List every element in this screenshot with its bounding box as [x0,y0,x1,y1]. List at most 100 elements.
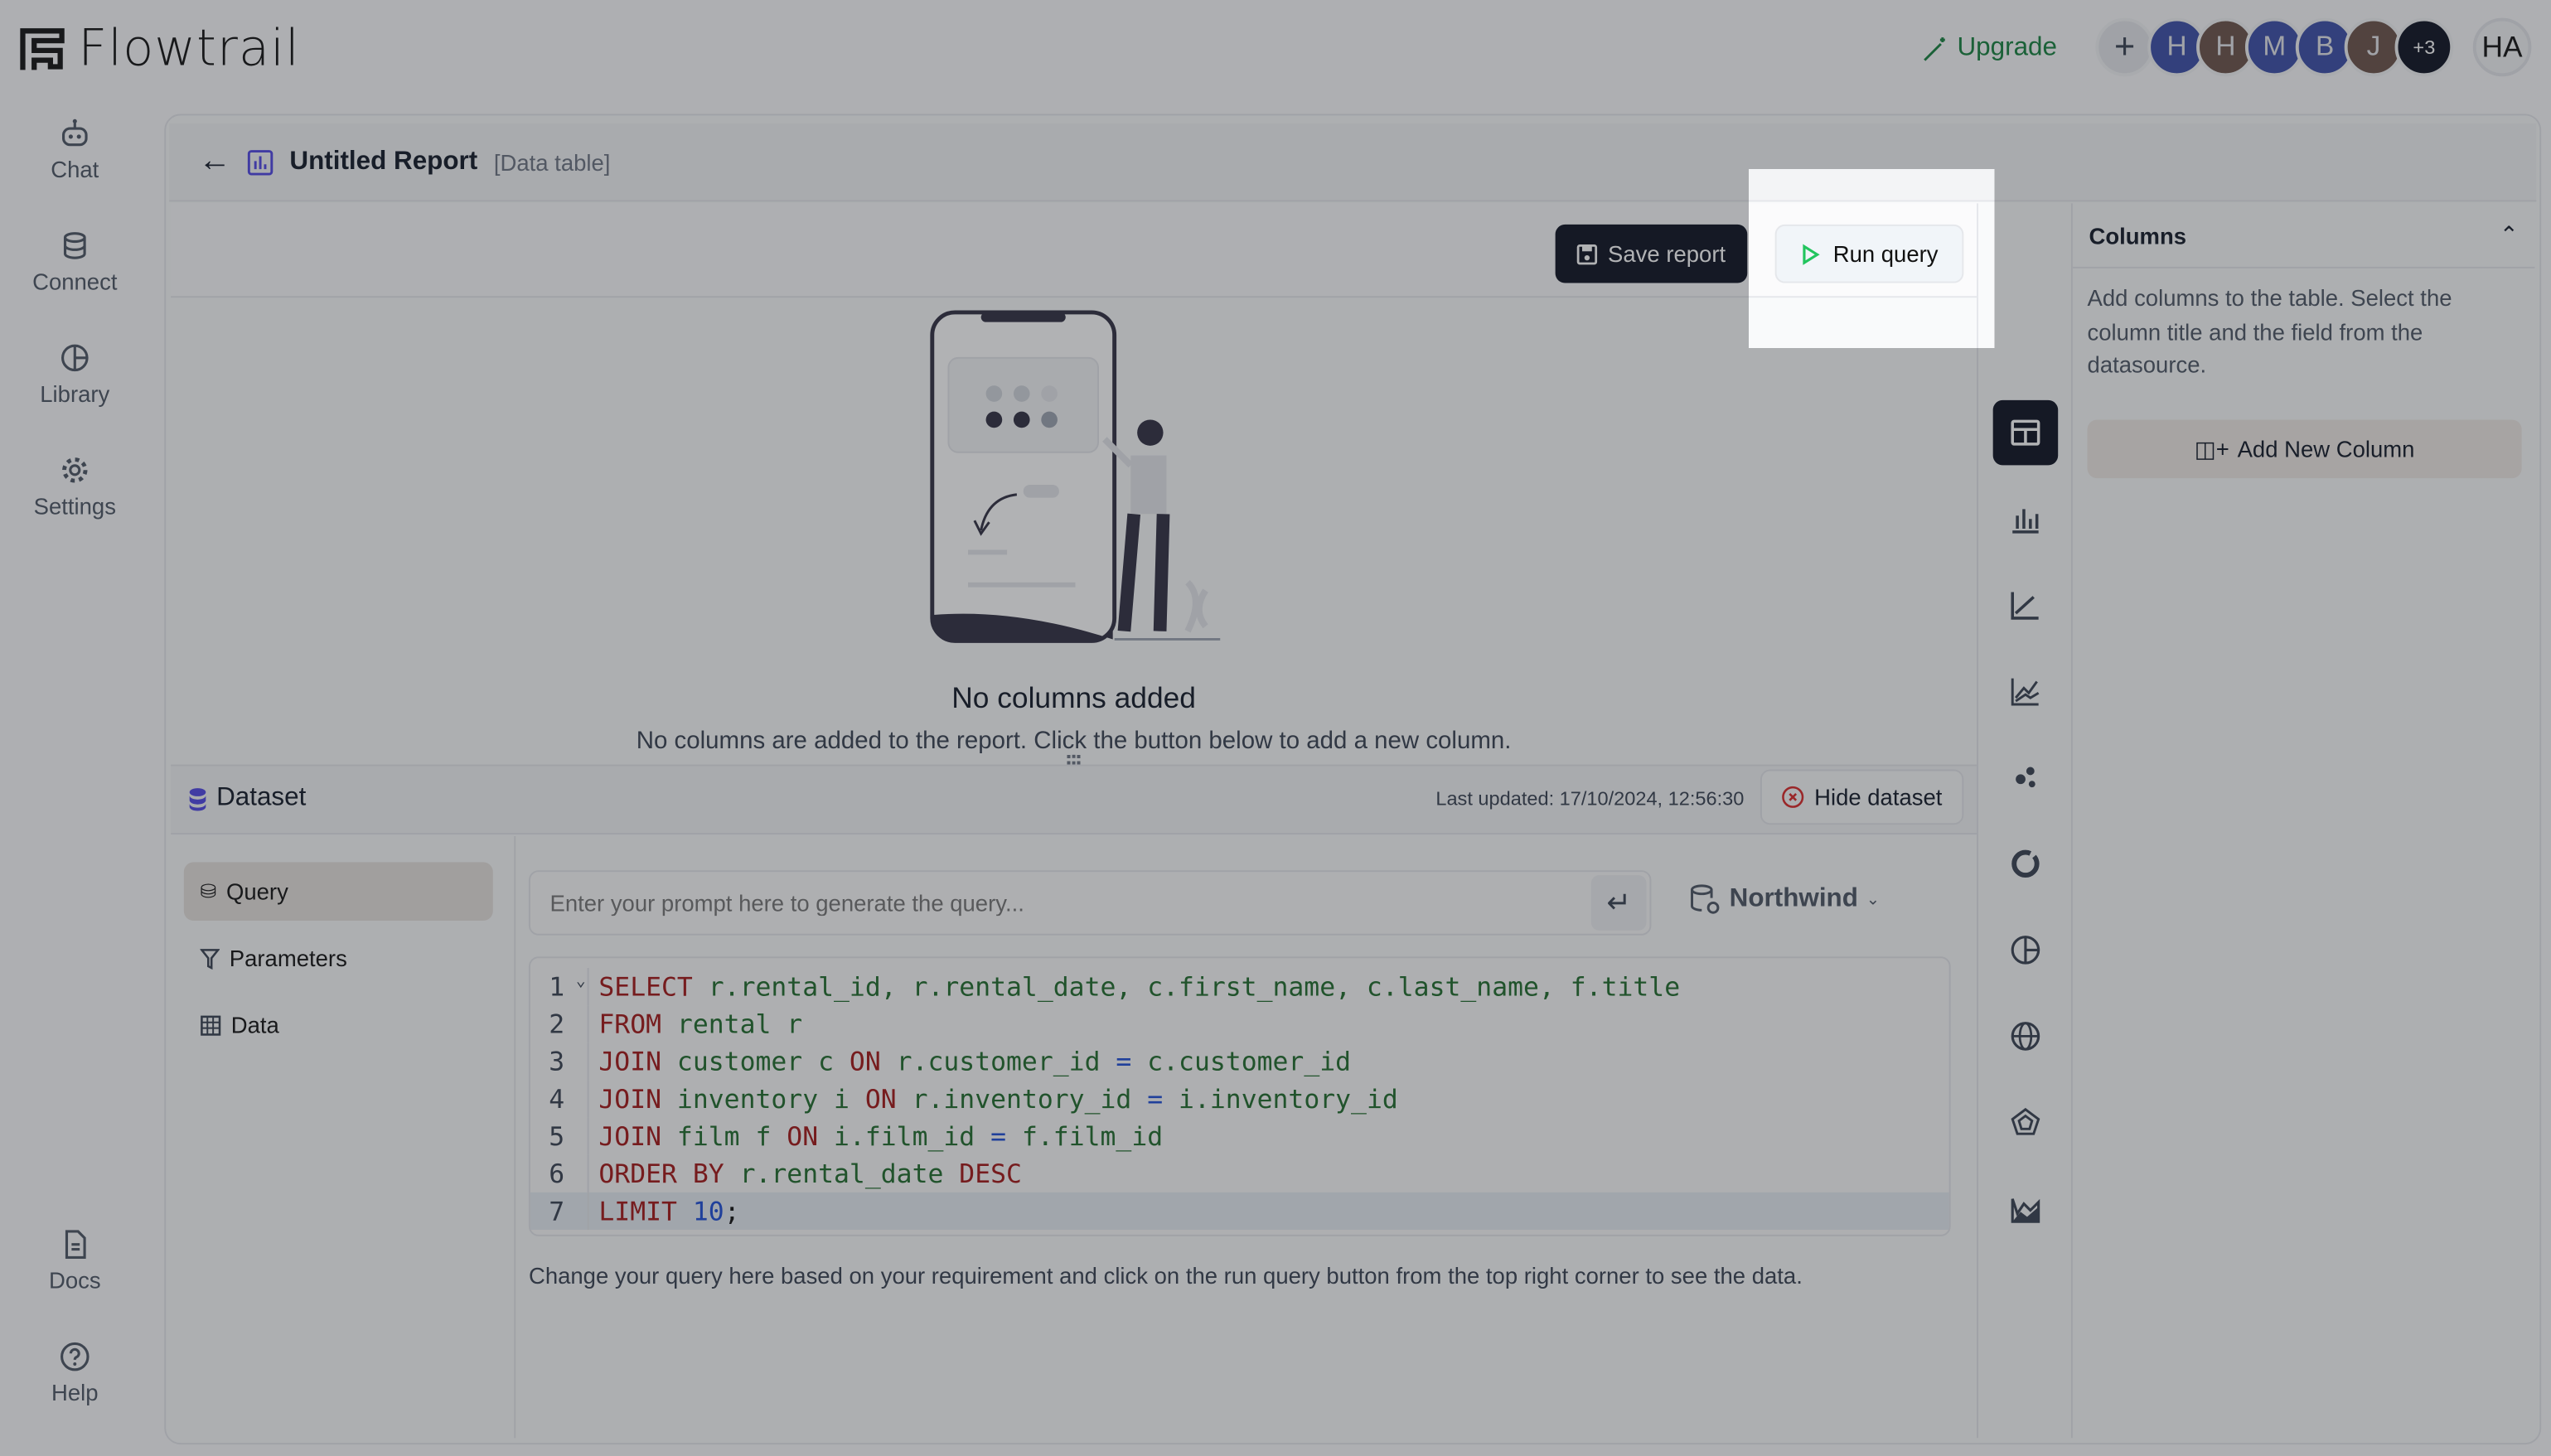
pie-chart-icon [61,344,89,372]
code-token: r.customer_id [880,1046,1116,1077]
code-token: ON [864,1083,897,1115]
sql-editor[interactable]: 1 ⌄ SELECT r.rental_id, r.rental_date, c.f… [528,956,1951,1236]
logo[interactable]: Flowtrail [20,20,300,78]
sidebar-item-docs[interactable]: Docs [0,1228,150,1294]
columns-panel-header[interactable]: Columns ⌃ [2072,203,2535,268]
chart-type-radar[interactable] [1993,1090,2059,1155]
code-line: 2 FROM rental r [530,1005,1949,1043]
code-line: 7 LIMIT 10; [530,1192,1949,1231]
tab-label: Data [230,1011,279,1038]
database-settings-icon [1691,884,1720,914]
sidebar-label: Settings [33,492,116,520]
code-token: ORDER BY [598,1158,724,1189]
chart-type-bar-chart[interactable] [1993,486,2059,552]
datasource-select[interactable]: Northwind ⌄ [1689,883,1880,916]
add-member-button[interactable]: + [2095,17,2155,77]
fold-icon[interactable]: ⌄ [576,963,586,1000]
divider [1977,203,1979,1439]
robot-icon [61,119,88,147]
save-report-button[interactable]: Save report [1555,224,1748,283]
hide-dataset-button[interactable]: Hide dataset [1760,769,1964,825]
sidebar-label: Help [51,1379,99,1406]
chart-type-area-chart[interactable] [1993,1176,2059,1241]
avatar-initial: H [2166,31,2187,62]
code-token: rental r [661,1009,803,1040]
code-token: c.customer_id [1131,1046,1352,1077]
add-new-column-button[interactable]: ◫+ Add New Column [2087,419,2522,479]
sidebar-label: Library [40,380,110,407]
report-header: ← Untitled Report [Data table] [169,123,2537,202]
chart-type-pie[interactable] [1993,917,2059,983]
user-avatar[interactable]: HA [2472,17,2532,77]
chart-type-multi-line-chart[interactable] [1993,659,2059,724]
sidebar-item-chat[interactable]: Chat [0,117,150,182]
chart-type-scatter[interactable] [1993,745,2059,810]
radar-icon [2011,1107,2040,1135]
code-line: 5 JOIN film f ON i.film_id = f.film_id [530,1117,1949,1155]
tab-query[interactable]: ⛁ Query [183,862,493,921]
code-token: FROM [598,1009,662,1040]
tab-data[interactable]: Data [184,995,493,1054]
database-icon [189,787,206,810]
code-token: DESC [959,1158,1022,1189]
code-token: ON [849,1046,881,1077]
code-token: = [990,1120,1007,1152]
chevron-up-icon[interactable]: ⌃ [2500,221,2519,249]
line-number: 4 [530,1080,589,1118]
code-token: = [1147,1083,1164,1115]
empty-state-illustration [930,310,1221,643]
back-arrow-icon[interactable]: ← [198,143,230,181]
more-members-badge[interactable]: +3 [2394,17,2454,77]
sidebar-item-connect[interactable]: Connect [0,230,150,294]
dataset-title: Dataset [189,784,307,813]
datasource-name: Northwind [1729,884,1858,913]
upgrade-button[interactable]: Upgrade [1921,31,2057,66]
chart-type-globe[interactable] [1993,1004,2059,1069]
table-icon [201,1014,221,1035]
submit-prompt-button[interactable]: ↵ [1590,875,1647,931]
code-token: film f [661,1120,787,1152]
close-circle-icon [1782,786,1804,808]
run-query-button[interactable]: Run query [1774,224,1964,283]
dataset-title-text: Dataset [216,784,307,812]
report-icon [247,149,273,175]
code-token: LIMIT [598,1195,677,1227]
chart-type-table[interactable] [1992,399,2059,466]
line-number: 6 [530,1154,589,1192]
line-chart-icon [2011,592,2039,620]
code-token: = [1116,1046,1132,1077]
multi-line-chart-icon [2011,678,2040,706]
hide-dataset-label: Hide dataset [1814,784,1943,810]
code-token: i.inventory_id [1163,1083,1398,1115]
tab-parameters[interactable]: Parameters [184,929,493,988]
tab-label: Parameters [229,945,347,971]
avatar-initial: J [2366,31,2381,62]
help-icon [61,1342,90,1371]
code-token: i.film_id [818,1120,991,1152]
enter-icon: ↵ [1606,885,1631,919]
prompt-input[interactable] [549,884,1576,921]
prompt-field: ↵ [528,870,1652,936]
avatar-initial: H [2215,31,2236,62]
sidebar-item-help[interactable]: Help [0,1341,150,1406]
user-initials: HA [2481,30,2523,63]
last-updated: Last updated: 17/10/2024, 12:56:30 [1435,787,1745,810]
code-line: 1 ⌄ SELECT r.rental_id, r.rental_date, c.f… [530,967,1949,1006]
sidebar-item-settings[interactable]: Settings [0,454,150,520]
empty-state-title: No columns added [951,681,1196,714]
filter-icon [200,948,220,969]
avatar-initial: B [2315,31,2335,62]
sidebar-item-library[interactable]: Library [0,341,150,407]
plus-icon: + [2114,26,2136,67]
chart-type-line-chart[interactable] [1993,573,2059,638]
save-report-label: Save report [1608,240,1726,267]
code-line: 6 ORDER BY r.rental_date DESC [530,1154,1949,1192]
magic-wand-icon [1924,37,1945,61]
resize-handle[interactable] [1067,754,1081,765]
code-token: r.rental_id, r.rental_date, c.first_name… [692,970,1681,1003]
code-token: ON [787,1120,819,1152]
more-count: +3 [2413,36,2436,59]
code-token: JOIN [598,1120,662,1152]
code-line: 4 JOIN inventory i ON r.inventory_id = i.… [530,1080,1949,1118]
chart-type-donut[interactable] [1993,831,2059,897]
